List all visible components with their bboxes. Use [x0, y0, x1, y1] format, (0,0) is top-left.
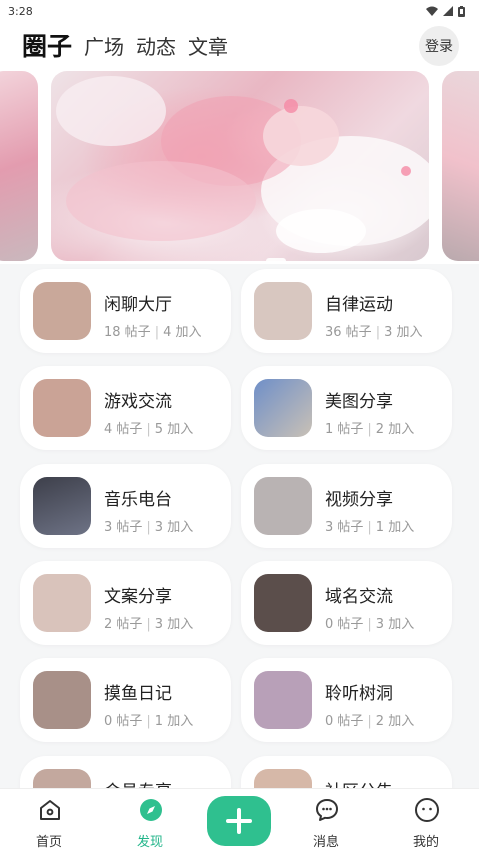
circle-name: 聆听树洞 [325, 684, 393, 704]
circle-card-announcements[interactable]: 社区公告 [241, 756, 452, 788]
circle-stats: 3 帖子 | 3 加入 [104, 520, 194, 535]
battery-icon [458, 5, 465, 17]
circle-name: 文案分享 [104, 587, 172, 607]
circle-name: 音乐电台 [104, 490, 172, 510]
circle-card-domains[interactable]: 域名交流 0 帖子 | 3 加入 [241, 561, 452, 645]
circle-card-copywriting[interactable]: 文案分享 2 帖子 | 3 加入 [20, 561, 231, 645]
circle-name: 美图分享 [325, 392, 393, 412]
banner-image [56, 76, 429, 253]
top-tabs: 圈子 广场 动态 文章 登录 [0, 22, 479, 68]
tab-profile-label: 我的 [412, 835, 439, 850]
profile-icon [415, 798, 439, 822]
tab-messages-label: 消息 [312, 835, 339, 850]
circle-name: 社区公告 [325, 777, 393, 788]
circle-name: 摸鱼日记 [104, 684, 172, 704]
circle-avatar [33, 379, 91, 437]
circle-avatar [254, 282, 312, 340]
circle-avatar [33, 574, 91, 632]
banner-slide-next[interactable] [442, 71, 479, 261]
circle-stats: 0 帖子 | 2 加入 [325, 714, 415, 729]
circle-stats: 3 帖子 | 1 加入 [325, 520, 415, 535]
home-icon [40, 800, 60, 820]
circle-stats: 1 帖子 | 2 加入 [325, 422, 415, 437]
circle-list: 闲聊大厅 18 帖子 | 4 加入 自律运动 36 帖子 | 3 加入 游戏交流 4 帖… [0, 264, 479, 788]
tab-articles[interactable]: 文章 [188, 31, 228, 60]
circle-avatar [33, 282, 91, 340]
add-button[interactable] [207, 796, 271, 846]
circle-card-photos[interactable]: 美图分享 1 帖子 | 2 加入 [241, 366, 452, 450]
status-time: 3:28 [8, 4, 33, 18]
tab-home[interactable]: 首页 [9, 789, 89, 852]
signal-icon [443, 6, 453, 16]
circle-avatar [33, 477, 91, 535]
wifi-icon [426, 6, 438, 16]
plus-icon [226, 808, 252, 834]
banner-slide-prev[interactable] [0, 71, 38, 261]
circle-stats: 0 帖子 | 3 加入 [325, 617, 415, 632]
circle-name: 域名交流 [325, 587, 393, 607]
circle-avatar [254, 671, 312, 729]
tab-messages[interactable]: 消息 [286, 789, 366, 852]
circle-avatar [33, 671, 91, 729]
circle-name: 会员专享 [104, 777, 172, 788]
circle-stats: 18 帖子 | 4 加入 [104, 325, 202, 340]
tab-home-label: 首页 [35, 835, 62, 850]
circle-avatar [33, 769, 91, 788]
tab-discover[interactable]: 发现 [110, 789, 190, 852]
status-bar: 3:28 [0, 0, 479, 22]
circle-name: 游戏交流 [104, 392, 172, 412]
tab-profile[interactable]: 我的 [386, 789, 466, 852]
circle-card-music[interactable]: 音乐电台 3 帖子 | 3 加入 [20, 464, 231, 548]
compass-icon [140, 799, 162, 821]
circle-card-chat-hall[interactable]: 闲聊大厅 18 帖子 | 4 加入 [20, 269, 231, 353]
tab-feed[interactable]: 动态 [136, 31, 176, 60]
circle-card-slacking-diary[interactable]: 摸鱼日记 0 帖子 | 1 加入 [20, 658, 231, 742]
circle-card-tree-hole[interactable]: 聆听树洞 0 帖子 | 2 加入 [241, 658, 452, 742]
banner-carousel[interactable] [0, 68, 479, 264]
circle-stats: 2 帖子 | 3 加入 [104, 617, 194, 632]
circle-stats: 0 帖子 | 1 加入 [104, 714, 194, 729]
circle-stats: 4 帖子 | 5 加入 [104, 422, 194, 437]
circle-name: 视频分享 [325, 490, 393, 510]
tab-square[interactable]: 广场 [84, 31, 124, 60]
circle-avatar [254, 574, 312, 632]
circle-card-fitness[interactable]: 自律运动 36 帖子 | 3 加入 [241, 269, 452, 353]
tab-discover-label: 发现 [136, 835, 163, 850]
carousel-indicator [266, 258, 286, 261]
tab-circles[interactable]: 圈子 [22, 27, 72, 63]
circle-name: 闲聊大厅 [104, 295, 172, 315]
banner-slide-current[interactable] [51, 71, 429, 261]
circle-card-games[interactable]: 游戏交流 4 帖子 | 5 加入 [20, 366, 231, 450]
circle-stats: 36 帖子 | 3 加入 [325, 325, 423, 340]
circle-card-videos[interactable]: 视频分享 3 帖子 | 1 加入 [241, 464, 452, 548]
circle-avatar [254, 379, 312, 437]
circle-name: 自律运动 [325, 295, 393, 315]
circle-avatar [254, 477, 312, 535]
circle-avatar [254, 769, 312, 788]
circle-card-members-only[interactable]: 会员专享 [20, 756, 231, 788]
chat-icon [316, 799, 338, 821]
login-button[interactable]: 登录 [419, 26, 459, 66]
status-icons [426, 5, 465, 17]
